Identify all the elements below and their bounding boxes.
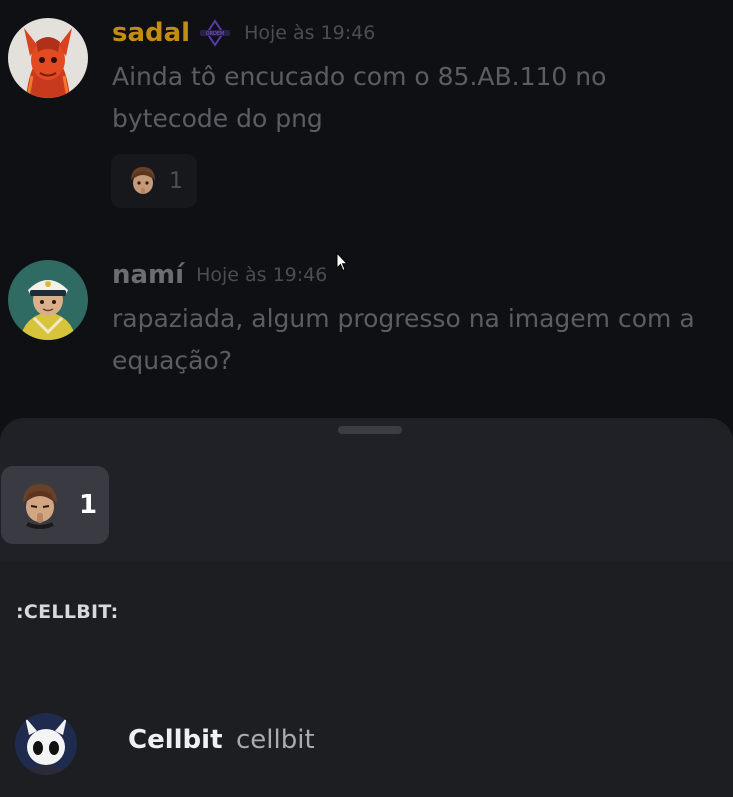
message-text-line: Ainda tô encucado com o 85.AB.110 no bbox=[112, 62, 607, 91]
user-handle: cellbit bbox=[236, 725, 315, 755]
username-nami[interactable]: namí bbox=[112, 260, 184, 290]
message-text-line: bytecode do png bbox=[112, 104, 323, 133]
reaction-count: 1 bbox=[79, 490, 98, 520]
mouse-cursor-icon bbox=[336, 252, 348, 272]
avatar-sadal[interactable] bbox=[8, 18, 88, 98]
message-text: Ainda tô encucado com o 85.AB.110 no byt… bbox=[112, 56, 722, 140]
message-sadal[interactable]: sadal ORDEM Hoje às 19:46 Ainda tô encuc… bbox=[0, 0, 733, 220]
hollow-knight-avatar-icon bbox=[15, 713, 77, 775]
server-tag-icon[interactable]: ORDEM bbox=[198, 19, 232, 47]
timestamp: Hoje às 19:46 bbox=[244, 22, 376, 44]
cellbit-emoji-icon bbox=[131, 167, 155, 194]
reaction-users-list: :CELLBIT: Cellbit cellbit bbox=[0, 561, 733, 797]
avatar-nami[interactable] bbox=[8, 260, 88, 340]
reaction-chip[interactable]: 1 bbox=[111, 154, 197, 208]
reaction-count: 1 bbox=[169, 168, 183, 194]
username-sadal[interactable]: sadal bbox=[112, 18, 190, 48]
reactions-bottom-sheet[interactable]: 1 :CELLBIT: Cellbit cellbit bbox=[0, 418, 733, 797]
message-text-line: rapaziada, algum progresso na imagem com… bbox=[112, 304, 695, 333]
sheet-drag-handle[interactable] bbox=[338, 426, 402, 434]
message-text-line: equação? bbox=[112, 346, 233, 375]
message-nami[interactable]: namí Hoje às 19:46 rapaziada, algum prog… bbox=[0, 250, 733, 410]
cellbit-emoji-icon bbox=[23, 484, 57, 529]
reaction-tab-selected[interactable]: 1 bbox=[1, 466, 109, 544]
red-character-avatar-icon bbox=[8, 18, 88, 98]
sailor-character-avatar-icon bbox=[8, 260, 88, 340]
chat-screen: sadal ORDEM Hoje às 19:46 Ainda tô encuc… bbox=[0, 0, 733, 797]
message-text: rapaziada, algum progresso na imagem com… bbox=[112, 298, 722, 382]
emoji-name-label: :CELLBIT: bbox=[16, 601, 119, 623]
timestamp: Hoje às 19:46 bbox=[196, 264, 328, 286]
reaction-user-row[interactable]: Cellbit cellbit bbox=[0, 711, 733, 781]
svg-text:ORDEM: ORDEM bbox=[206, 31, 225, 37]
avatar-cellbit[interactable] bbox=[15, 713, 77, 775]
user-display-name: Cellbit bbox=[128, 725, 223, 755]
